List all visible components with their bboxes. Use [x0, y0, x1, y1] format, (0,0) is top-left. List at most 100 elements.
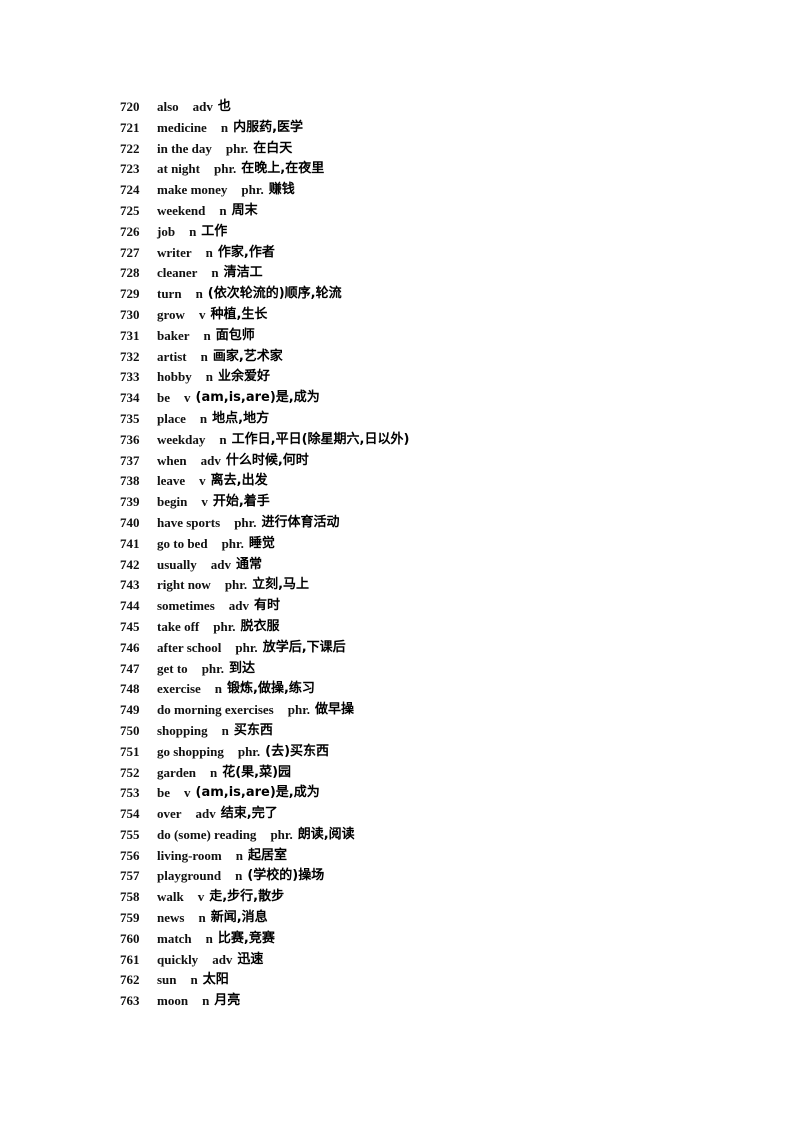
vocabulary-entry: 743 right now phr. 立刻,马上 — [120, 575, 409, 596]
entry-meaning: 开始,着手 — [212, 494, 270, 510]
vocabulary-entry: 757 playground n (学校的)操场 — [120, 866, 409, 887]
entry-word: turn — [157, 286, 182, 302]
document-page: 720 also adv 也 721 medicine n 内服药,医学 722… — [0, 0, 794, 1123]
entry-meaning: 周末 — [231, 202, 258, 218]
entry-number: 722 — [120, 140, 140, 156]
vocabulary-list: 720 also adv 也 721 medicine n 内服药,医学 722… — [120, 97, 409, 1012]
vocabulary-entry: 731 baker n 面包师 — [120, 326, 409, 347]
entry-part-of-speech: n — [235, 868, 243, 884]
entry-meaning: (am,is,are)是,成为 — [195, 390, 320, 406]
entry-meaning: 迅速 — [237, 951, 264, 967]
vocabulary-entry: 724 make money phr. 赚钱 — [120, 180, 409, 201]
entry-word: medicine — [157, 119, 207, 135]
vocabulary-entry: 745 take off phr. 脱衣服 — [120, 617, 409, 638]
entry-number: 721 — [120, 119, 140, 135]
entry-part-of-speech: n — [198, 910, 206, 926]
vocabulary-entry: 755 do (some) reading phr. 朗读,阅读 — [120, 825, 409, 846]
vocabulary-entry: 751 go shopping phr. (去)买东西 — [120, 742, 409, 763]
entry-meaning: 睡觉 — [248, 535, 275, 551]
entry-meaning: 作家,作者 — [217, 244, 275, 260]
entry-word: shopping — [157, 722, 208, 738]
vocabulary-entry: 739 begin v 开始,着手 — [120, 492, 409, 513]
entry-meaning: 也 — [217, 99, 231, 114]
entry-part-of-speech: phr. — [221, 535, 244, 551]
entry-meaning: 工作日,平日(除星期六,日以外) — [231, 431, 410, 447]
entry-word: quickly — [157, 951, 199, 967]
entry-part-of-speech: phr. — [287, 702, 311, 718]
entry-part-of-speech: n — [205, 369, 213, 385]
entry-meaning: 通常 — [235, 556, 262, 572]
entry-part-of-speech: n — [205, 930, 213, 946]
entry-word: do morning exercises — [157, 702, 274, 718]
vocabulary-entry: 740 have sports phr. 进行体育活动 — [120, 513, 409, 534]
entry-word: over — [157, 806, 182, 822]
entry-word: sometimes — [157, 598, 215, 614]
entry-meaning: 月亮 — [214, 993, 241, 1009]
entry-part-of-speech: v — [201, 494, 208, 510]
vocabulary-entry: 758 walk v 走,步行,散步 — [120, 887, 409, 908]
entry-word: begin — [157, 494, 188, 510]
entry-word: playground — [157, 868, 222, 884]
entry-meaning: 在晚上,在夜里 — [241, 161, 325, 177]
vocabulary-entry: 735 place n 地点,地方 — [120, 409, 409, 430]
entry-number: 723 — [120, 161, 140, 177]
entry-meaning: 放学后,下课后 — [262, 639, 346, 655]
entry-part-of-speech: n — [189, 223, 197, 239]
entry-word: make money — [157, 182, 228, 198]
vocabulary-entry: 742 usually adv 通常 — [120, 555, 409, 576]
entry-meaning: (依次轮流的)顺序,轮流 — [207, 286, 342, 302]
entry-meaning: 新闻,消息 — [210, 910, 268, 926]
vocabulary-entry: 737 when adv 什么时候,何时 — [120, 451, 409, 472]
entry-number: 734 — [120, 390, 140, 406]
entry-word: news — [157, 910, 185, 926]
entry-word: exercise — [157, 681, 201, 697]
vocabulary-entry: 730 grow v 种植,生长 — [120, 305, 409, 326]
vocabulary-entry: 752 garden n 花(果,菜)园 — [120, 763, 409, 784]
entry-meaning: (去)买东西 — [265, 743, 330, 759]
entry-meaning: 什么时候,何时 — [225, 452, 309, 468]
entry-meaning: 锻炼,做操,练习 — [227, 681, 315, 697]
entry-number: 761 — [120, 951, 140, 967]
entry-word: job — [157, 223, 176, 239]
entry-part-of-speech: adv — [195, 806, 216, 822]
entry-meaning: 有时 — [254, 598, 281, 614]
entry-meaning: 赚钱 — [268, 182, 295, 198]
entry-number: 755 — [120, 826, 140, 842]
entry-meaning: 种植,生长 — [210, 306, 268, 322]
vocabulary-entry: 725 weekend n 周末 — [120, 201, 409, 222]
vocabulary-entry: 727 writer n 作家,作者 — [120, 243, 409, 264]
entry-number: 749 — [120, 702, 140, 718]
vocabulary-entry: 720 also adv 也 — [120, 97, 409, 118]
entry-part-of-speech: adv — [192, 99, 213, 114]
entry-part-of-speech: phr. — [201, 660, 224, 676]
vocabulary-entry: 748 exercise n 锻炼,做操,练习 — [120, 679, 409, 700]
entry-word: also — [157, 99, 179, 114]
vocabulary-entry: 753 be v (am,is,are)是,成为 — [120, 783, 409, 804]
entry-meaning: 进行体育活动 — [261, 514, 340, 530]
entry-word: living-room — [157, 847, 222, 863]
entry-word: in the day — [157, 140, 212, 156]
entry-part-of-speech: phr. — [270, 826, 293, 842]
entry-word: grow — [157, 306, 185, 322]
entry-number: 762 — [120, 972, 140, 988]
entry-meaning: 花(果,菜)园 — [222, 764, 292, 780]
entry-part-of-speech: adv — [228, 598, 249, 614]
entry-part-of-speech: n — [220, 119, 229, 135]
entry-part-of-speech: n — [210, 764, 218, 780]
entry-meaning: 走,步行,散步 — [209, 889, 285, 905]
entry-meaning: 工作 — [201, 223, 228, 239]
entry-part-of-speech: n — [205, 244, 213, 260]
entry-word: right now — [157, 577, 211, 593]
entry-part-of-speech: n — [219, 431, 227, 447]
entry-meaning: 比赛,竞赛 — [217, 930, 275, 946]
entry-word: at night — [157, 161, 200, 177]
entry-number: 760 — [120, 930, 140, 946]
entry-number: 724 — [120, 182, 140, 198]
entry-part-of-speech: v — [184, 390, 191, 406]
entry-number: 750 — [120, 722, 140, 738]
entry-number: 726 — [120, 223, 140, 239]
entry-meaning: 结束,完了 — [220, 806, 278, 822]
entry-number: 739 — [120, 494, 140, 510]
entry-word: usually — [157, 556, 197, 572]
vocabulary-entry: 729 turn n (依次轮流的)顺序,轮流 — [120, 284, 409, 305]
